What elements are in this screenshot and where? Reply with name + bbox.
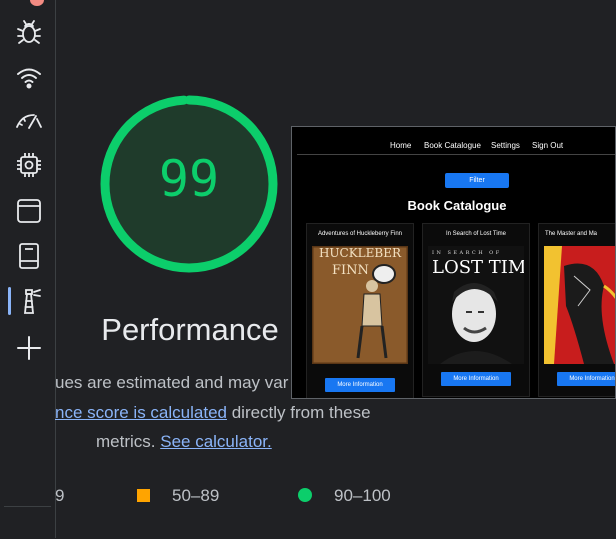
wifi-icon[interactable] [14,62,44,92]
screenshot-heading: Book Catalogue [407,198,507,213]
notification-badge [30,0,44,6]
calculator-link[interactable]: See calculator. [160,432,272,451]
description-line-1: ues are estimated and may var [55,373,289,392]
description-text: directly from these [226,403,371,422]
description-line-2: nce score is calculated directly from th… [55,403,371,423]
legend-pass-label: 90–100 [334,486,391,505]
svg-text:IN SEARCH OF: IN SEARCH OF [432,250,502,256]
devtools-sidebar [0,0,56,538]
plus-icon[interactable] [14,333,44,363]
legend-average: 50–89 [137,486,219,506]
lost-time-cover: IN SEARCH OF LOST TIM [428,246,524,364]
score-calculation-link[interactable]: nce score is calculated [55,403,227,422]
screenshot-page: Home Book Catalogue Settings Sign Out Fi… [297,132,615,398]
book-card: Adventures of Huckleberry Finn HUCKLEBER… [306,223,414,398]
book-title: In Search of Lost Time [445,231,507,237]
category-title: Performance [101,312,279,347]
svg-text:FINN: FINN [332,263,369,278]
description-line-3: metrics. See calculator. [96,432,272,452]
storage-icon[interactable] [14,241,44,271]
lighthouse-icon[interactable] [14,286,44,316]
metrics-text: metrics. [96,432,161,451]
sidebar-footer [4,506,51,539]
nav-sign-out: Sign Out [532,141,564,150]
window-icon[interactable] [14,196,44,226]
huckleberry-finn-cover: HUCKLEBER FINN [312,246,408,364]
legend-average-label: 50–89 [172,486,220,505]
book-title: Adventures of Huckleberry Finn [317,231,403,237]
book-card: In Search of Lost Time IN SEARCH OF LOST… [422,223,530,397]
book-card: The Master and Ma More Information [538,223,615,397]
filter-button: Filter [445,173,509,188]
legend-fail-label: 9 [55,486,65,505]
more-information-button: More Information [441,372,511,386]
more-information-button: More Information [557,372,615,386]
chip-icon[interactable] [14,150,44,180]
legend-pass: 90–100 [298,486,391,506]
active-indicator [8,287,11,315]
pass-circle-icon [298,488,312,502]
nav-divider [297,154,615,155]
score-value: 99 [158,150,220,208]
master-and-margarita-cover [544,246,615,364]
svg-text:HUCKLEBER: HUCKLEBER [319,246,402,260]
bug-icon[interactable] [14,17,44,47]
book-title: The Master and Ma [545,231,598,237]
average-square-icon [137,489,150,502]
nav-home: Home [390,141,412,150]
final-screenshot[interactable]: Home Book Catalogue Settings Sign Out Fi… [291,126,616,399]
nav-settings: Settings [491,141,520,150]
legend-fail: 9 [55,486,64,506]
more-information-button: More Information [325,378,395,392]
nav-book-catalogue: Book Catalogue [424,141,481,150]
speedometer-icon[interactable] [14,107,44,137]
svg-text:LOST TIM: LOST TIM [432,257,524,278]
